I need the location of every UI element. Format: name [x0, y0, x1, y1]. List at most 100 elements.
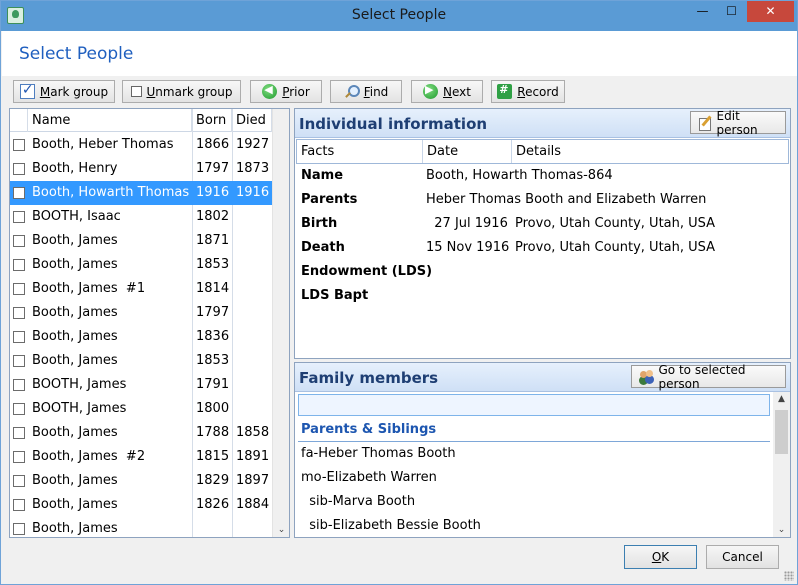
table-row[interactable]: Booth, James 1871	[10, 229, 272, 253]
row-checkbox[interactable]	[13, 499, 25, 511]
toolbar: Mark group Unmark group ◀ Prior Find ▶ N…	[1, 77, 797, 105]
row-checkbox[interactable]	[13, 139, 25, 151]
person-died: 1891	[236, 449, 270, 464]
row-checkbox[interactable]	[13, 211, 25, 223]
table-row[interactable]: Booth, James 1829 1897	[10, 469, 272, 493]
table-row[interactable]: Booth, James 1826 1884	[10, 493, 272, 517]
person-born: 1853	[196, 353, 230, 368]
magnifier-icon	[344, 84, 360, 99]
unmark-group-button[interactable]: Unmark group	[122, 80, 241, 103]
edit-person-button[interactable]: Edit person	[690, 109, 786, 137]
table-row[interactable]: Booth, James #1 1814	[10, 277, 272, 301]
family-scrollbar[interactable]: ▲ ⌄	[773, 392, 790, 537]
fact-row[interactable]: LDS Bapt	[296, 284, 789, 308]
family-member-item[interactable]: mo-Elizabeth Warren	[298, 466, 770, 490]
fact-row[interactable]: Death 15 Nov 1916 Provo, Utah County, Utah…	[296, 236, 789, 260]
individual-info-panel: Individual information Edit person Facts…	[294, 108, 791, 359]
go-to-selected-person-button[interactable]: Go to selected person	[631, 363, 786, 391]
row-checkbox[interactable]	[13, 379, 25, 391]
name-column-header[interactable]: Name	[28, 109, 192, 132]
person-name: Booth, James	[32, 353, 118, 368]
header-area: Select People	[2, 31, 797, 76]
person-name: Booth, James	[32, 233, 118, 248]
people-list-scrollbar[interactable]: ⌄	[272, 109, 289, 537]
fact-row[interactable]: Parents Heber Thomas Booth and Elizabeth …	[296, 188, 789, 212]
mark-group-label: ark group	[50, 84, 109, 99]
window-title: Select People	[351, 7, 447, 23]
row-checkbox[interactable]	[13, 187, 25, 199]
close-button[interactable]: ✕	[747, 1, 794, 22]
fact-rows: Name Booth, Howarth Thomas-864 Parents Hebe…	[296, 164, 789, 308]
table-row[interactable]: BOOTH, Isaac 1802	[10, 205, 272, 229]
table-row[interactable]: Booth, Howarth Thomas 1916 1916	[10, 181, 272, 205]
row-checkbox[interactable]	[13, 475, 25, 487]
family-member-item[interactable]: sib-Marva Booth	[298, 490, 770, 514]
resize-grip[interactable]	[784, 571, 794, 581]
table-row[interactable]: Booth, James 1853	[10, 253, 272, 277]
person-born: 1802	[196, 209, 230, 224]
details-column-header[interactable]: Details	[512, 140, 788, 163]
row-checkbox[interactable]	[13, 163, 25, 175]
family-member-item[interactable]: sib-Elizabeth Bessie Booth	[298, 514, 770, 537]
edit-pencil-icon	[698, 115, 712, 131]
checkbox-column-header[interactable]	[10, 109, 28, 132]
table-row[interactable]: Booth, Heber Thomas 1866 1927	[10, 133, 272, 157]
ok-label: K	[661, 550, 670, 564]
row-checkbox[interactable]	[13, 307, 25, 319]
ok-button[interactable]: OK	[624, 545, 697, 569]
person-died: 1897	[236, 473, 270, 488]
fact-label: Endowment (LDS)	[301, 264, 433, 279]
next-accel: N	[443, 84, 452, 99]
record-button[interactable]: # Record	[491, 80, 565, 103]
fact-row[interactable]: Birth 27 Jul 1916 Provo, Utah County, Uta…	[296, 212, 789, 236]
fact-row[interactable]: Name Booth, Howarth Thomas-864	[296, 164, 789, 188]
fact-row[interactable]: Endowment (LDS)	[296, 260, 789, 284]
scroll-thumb[interactable]	[775, 410, 788, 454]
prior-button[interactable]: ◀ Prior	[250, 80, 322, 103]
row-checkbox[interactable]	[13, 403, 25, 415]
date-column-header[interactable]: Date	[423, 140, 512, 163]
table-row[interactable]: Booth, James 1797	[10, 301, 272, 325]
table-row[interactable]: Booth, James #2 1815 1891	[10, 445, 272, 469]
fact-label: Death	[301, 240, 345, 255]
table-row[interactable]: BOOTH, James 1791	[10, 373, 272, 397]
scroll-down-icon[interactable]: ⌄	[273, 525, 289, 535]
person-died: 1884	[236, 497, 270, 512]
born-column-header[interactable]: Born	[192, 109, 232, 132]
person-name: Booth, James #2	[32, 449, 146, 464]
next-button[interactable]: ▶ Next	[411, 80, 483, 103]
person-name: BOOTH, Isaac	[32, 209, 121, 224]
unmark-group-accel: U	[146, 84, 156, 99]
maximize-button[interactable]: ☐	[718, 1, 745, 22]
scroll-up-icon[interactable]: ▲	[773, 394, 790, 404]
minimize-button[interactable]: —	[689, 1, 716, 22]
died-column-header[interactable]: Died	[232, 109, 272, 132]
mark-group-button[interactable]: Mark group	[13, 80, 115, 103]
row-checkbox[interactable]	[13, 235, 25, 247]
person-died: 1927	[236, 137, 270, 152]
row-checkbox[interactable]	[13, 355, 25, 367]
row-checkbox[interactable]	[13, 523, 25, 535]
cancel-button[interactable]: Cancel	[706, 545, 779, 569]
checkbox-checked-icon	[19, 82, 35, 99]
facts-column-header[interactable]: Facts	[297, 140, 423, 163]
family-filter-input[interactable]	[298, 394, 770, 416]
table-row[interactable]: BOOTH, James 1800	[10, 397, 272, 421]
checkbox-empty-icon	[130, 86, 142, 97]
arrow-right-icon: ▶	[423, 83, 439, 99]
people-list[interactable]: Name Born Died Booth, Heber Thomas 1866 19…	[9, 108, 290, 538]
row-checkbox[interactable]	[13, 283, 25, 295]
row-checkbox[interactable]	[13, 259, 25, 271]
row-checkbox[interactable]	[13, 427, 25, 439]
row-checkbox[interactable]	[13, 451, 25, 463]
table-row[interactable]: Booth, James 1853	[10, 349, 272, 373]
family-member-item[interactable]: fa-Heber Thomas Booth	[298, 442, 770, 466]
next-label: ext	[452, 84, 471, 99]
table-row[interactable]: Booth, James 1788 1858	[10, 421, 272, 445]
table-row[interactable]: Booth, Henry 1797 1873	[10, 157, 272, 181]
table-row[interactable]: Booth, James 1836	[10, 325, 272, 349]
row-checkbox[interactable]	[13, 331, 25, 343]
scroll-down-icon[interactable]: ⌄	[773, 525, 790, 535]
table-row[interactable]: Booth, James	[10, 517, 272, 537]
find-button[interactable]: Find	[330, 80, 402, 103]
